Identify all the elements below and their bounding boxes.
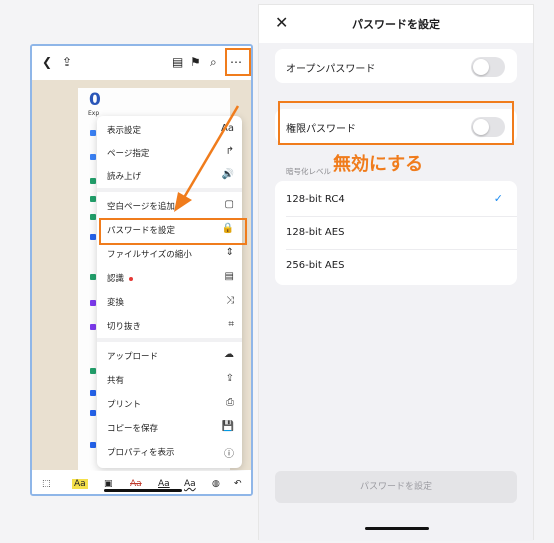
highlight-tool[interactable]: Aa: [72, 479, 88, 489]
home-indicator: [104, 489, 182, 492]
menu-item-upload[interactable]: アップロード ☁: [97, 344, 242, 367]
more-button-highlight: [225, 48, 251, 76]
open-password-toggle[interactable]: [471, 57, 505, 77]
pointer-arrow: [174, 105, 240, 212]
select-icon[interactable]: ⬚: [42, 479, 51, 489]
printer-icon: ⎙: [226, 397, 234, 408]
set-password-button[interactable]: パスワードを設定: [275, 471, 517, 503]
menu-item-recognize[interactable]: 認識 ▤: [97, 266, 242, 289]
doc-heading: 0: [89, 90, 101, 110]
doc-bullet: [90, 274, 96, 280]
menu-item-properties[interactable]: プロパティを表示 ⓘ: [97, 440, 242, 463]
encryption-options-card: 128-bit RC4 ✓ 128-bit AES 256-bit AES: [275, 181, 517, 285]
annotation-toolbar: ⬚ Aa ▣ Aa Aa Aa ◍ ↶: [32, 471, 251, 494]
info-icon: ⓘ: [224, 449, 234, 460]
doc-bullet: [90, 196, 96, 202]
left-phone-screenshot: ❮ ⇪ ▤ ⚑ ⌕ ⋯ 0 Exp 表示設定 Aa ページ指定 ↱ 読み上げ 🔊…: [30, 44, 253, 496]
permission-password-highlight: [278, 101, 514, 145]
menu-item-reduce-file-size[interactable]: ファイルサイズの縮小 ⇕: [97, 242, 242, 265]
underline-tool[interactable]: Aa: [158, 479, 170, 489]
viewer-toolbar: ❮ ⇪ ▤ ⚑ ⌕ ⋯: [32, 46, 251, 80]
settings-body: オープンパスワード 権限パスワード 暗号化レベル 128-bit RC4 ✓ 1…: [259, 43, 533, 541]
doc-bullet: [90, 390, 96, 396]
menu-item-convert[interactable]: 変換 ⤨: [97, 290, 242, 313]
doc-bullet: [90, 130, 96, 136]
cloud-upload-icon: ☁: [224, 349, 234, 360]
encryption-option[interactable]: 128-bit RC4 ✓: [275, 184, 517, 216]
doc-bullet: [90, 234, 96, 240]
compress-icon: ⇕: [225, 247, 234, 258]
open-password-card: オープンパスワード: [275, 49, 517, 83]
share-icon: ⇪: [225, 373, 234, 384]
pages-icon[interactable]: ▤: [172, 55, 183, 69]
checkmark-icon: ✓: [493, 192, 503, 205]
doc-bullet: [90, 154, 96, 160]
doc-subheading: Exp: [88, 110, 100, 117]
menu-item-save-copy[interactable]: コピーを保存 💾: [97, 416, 242, 439]
stamp-icon[interactable]: ◍: [212, 479, 220, 489]
save-icon: 💾: [221, 421, 234, 432]
area-highlight-icon[interactable]: ▣: [104, 479, 113, 489]
squiggly-tool[interactable]: Aa: [184, 479, 196, 489]
menu-item-print[interactable]: プリント ⎙: [97, 392, 242, 415]
search-icon[interactable]: ⌕: [210, 55, 217, 69]
menu-item-share[interactable]: 共有 ⇪: [97, 368, 242, 391]
back-icon[interactable]: ❮: [42, 55, 52, 69]
encryption-level-label: 暗号化レベル: [286, 167, 331, 176]
right-phone-screenshot: ✕ パスワードを設定 オープンパスワード 権限パスワード 暗号化レベル 128-…: [258, 4, 534, 541]
encryption-option[interactable]: 256-bit AES: [275, 250, 517, 282]
doc-bullet: [90, 442, 96, 448]
bookmark-icon[interactable]: ⚑: [190, 55, 201, 69]
doc-bullet: [90, 178, 96, 184]
open-password-row: オープンパスワード: [275, 50, 517, 82]
home-indicator: [365, 527, 429, 530]
header: ✕ パスワードを設定: [259, 5, 533, 43]
convert-icon: ⤨: [226, 295, 234, 306]
ocr-icon: ▤: [224, 271, 234, 282]
undo-icon[interactable]: ↶: [234, 479, 242, 489]
page-title: パスワードを設定: [352, 18, 440, 31]
doc-bullet: [90, 410, 96, 416]
doc-bullet: [90, 324, 96, 330]
menu-divider: [97, 338, 242, 342]
notification-dot: [129, 276, 134, 281]
strikeout-tool[interactable]: Aa: [130, 479, 142, 489]
share-icon[interactable]: ⇪: [62, 55, 72, 69]
menu-item-crop[interactable]: 切り抜き ⌗: [97, 314, 242, 337]
crop-icon: ⌗: [228, 319, 234, 330]
doc-bullet: [90, 300, 96, 306]
doc-bullet: [90, 214, 96, 220]
disable-annotation: 無効にする: [333, 154, 424, 175]
encryption-option[interactable]: 128-bit AES: [275, 217, 517, 249]
doc-bullet: [90, 368, 96, 374]
open-password-label: オープンパスワード: [286, 64, 376, 75]
